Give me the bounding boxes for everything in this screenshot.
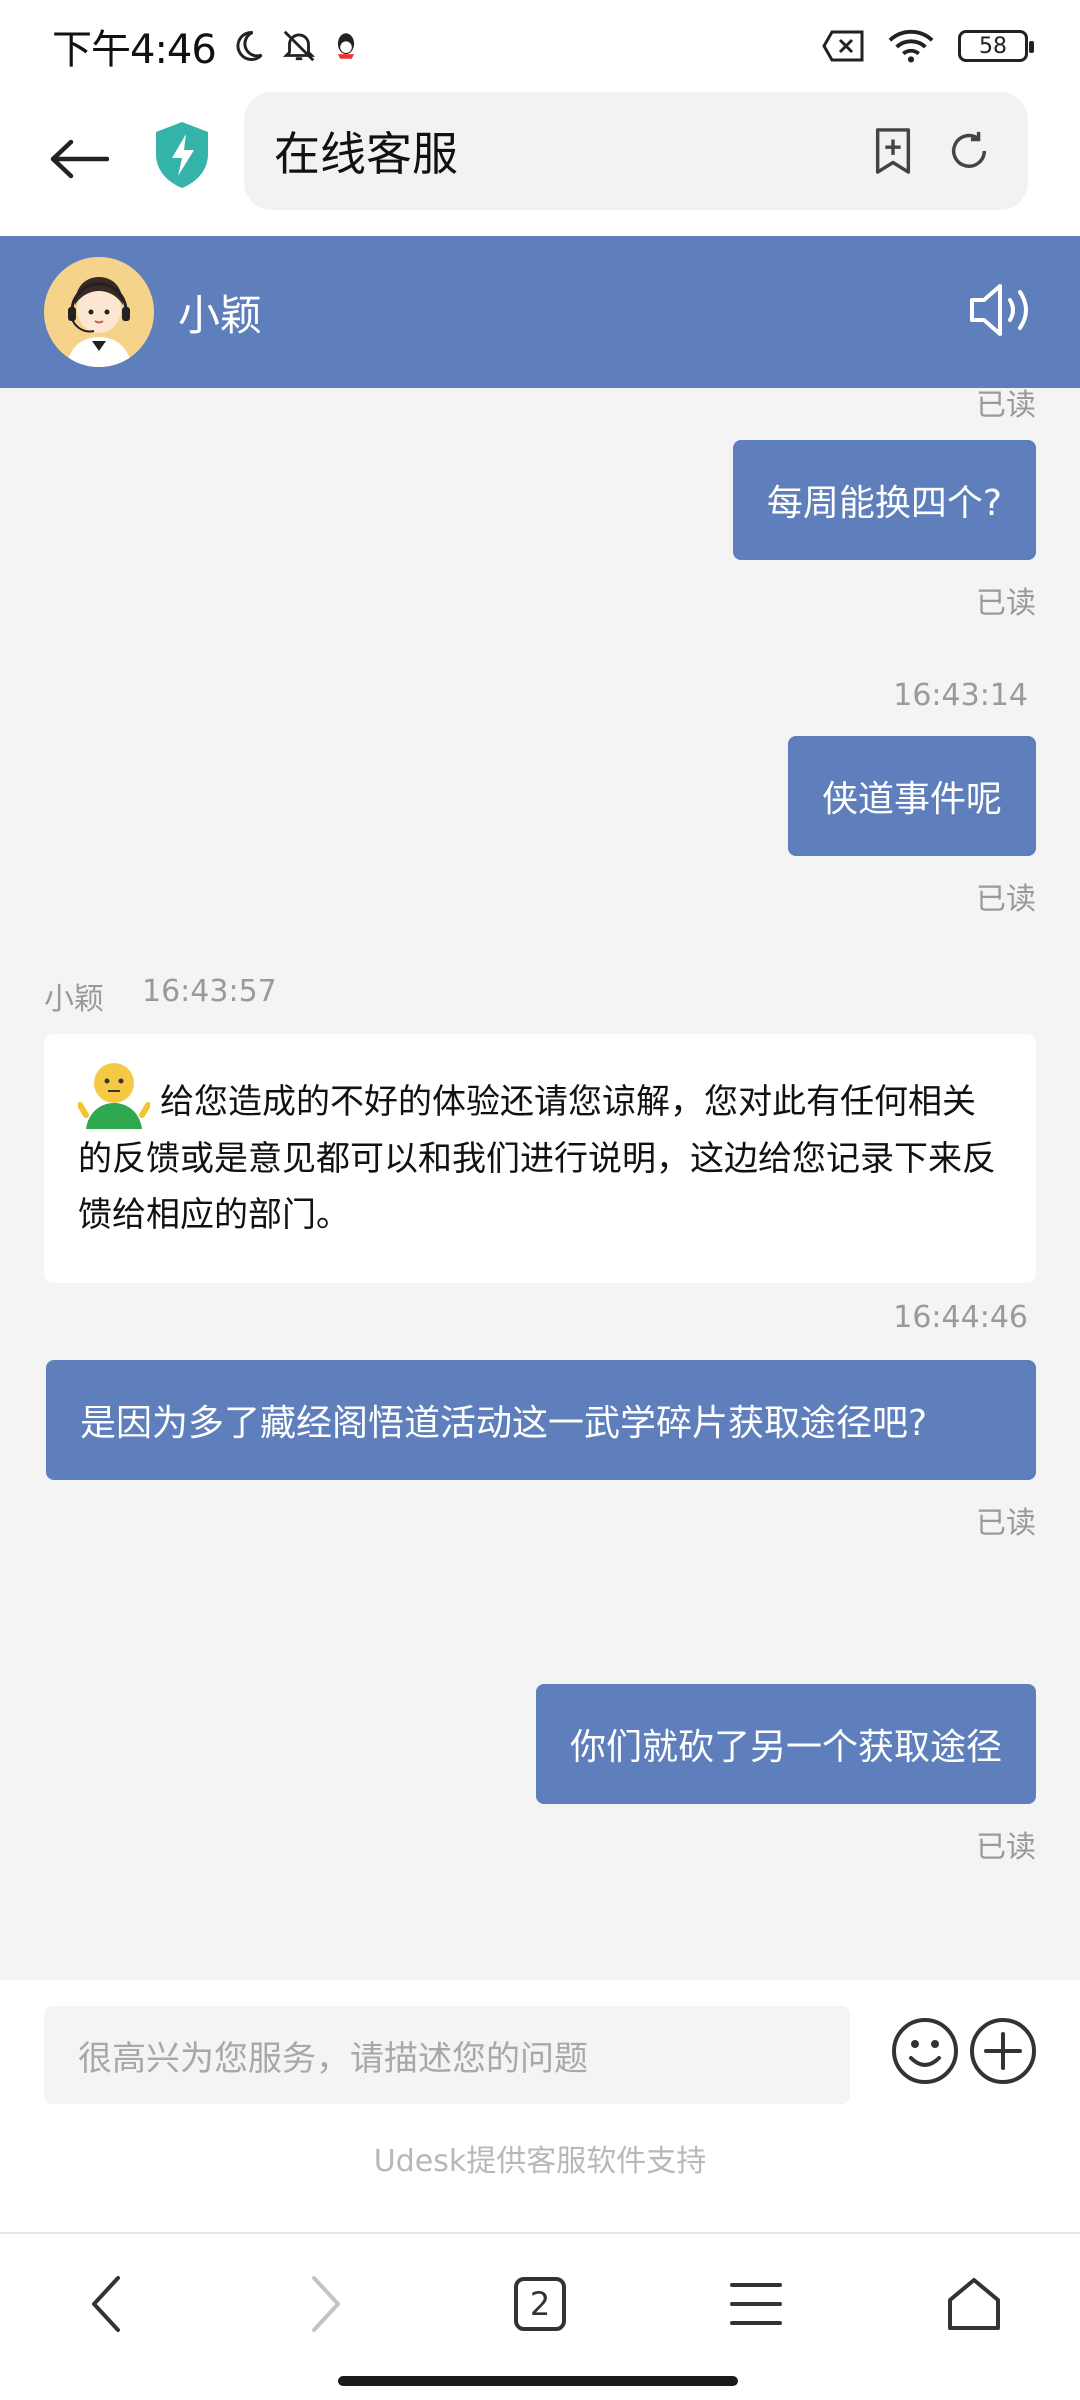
speaker-icon [970, 284, 1028, 336]
nav-forward-button[interactable] [286, 2264, 366, 2344]
message-text: 你们就砍了另一个获取途径 [569, 1727, 1002, 1768]
mute-bell-icon [282, 30, 315, 62]
home-icon [948, 2278, 1000, 2330]
battery-level: 58 [979, 33, 1007, 59]
tabs-button[interactable]: 2 [500, 2264, 580, 2344]
agent-message-meta: 小颖 16:43:57 [44, 974, 277, 1018]
outgoing-message[interactable]: 你们就砍了另一个获取途径 [535, 1684, 1036, 1804]
arrow-left-icon [50, 139, 109, 179]
message-text: 每周能换四个? [766, 483, 1002, 524]
nav-back-button[interactable] [66, 2264, 146, 2344]
incoming-message[interactable]: 给您造成的不好的体验还请您谅解，您对此有任何相关的反馈或是意见都可以和我们进行说… [44, 1034, 1036, 1283]
wifi-icon [888, 30, 934, 63]
message-text: 是因为多了藏经阁悟道活动这一武学碎片获取途径吧? [80, 1403, 928, 1444]
qq-icon [337, 33, 354, 59]
battery-indicator: 58 [958, 30, 1034, 62]
chevron-left-icon [92, 2276, 120, 2332]
browser-address-bar: 在线客服 [0, 92, 1080, 236]
url-field[interactable]: 在线客服 [244, 92, 1028, 210]
message-text: 侠道事件呢 [821, 779, 1002, 820]
sound-toggle-button[interactable] [968, 280, 1034, 344]
outgoing-message[interactable]: 是因为多了藏经阁悟道活动这一武学碎片获取途径吧? [46, 1360, 1036, 1480]
agent-avatar-icon [44, 257, 154, 367]
message-timestamp: 16:44:46 [893, 1300, 1028, 1335]
message-input-placeholder: 很高兴为您服务，请描述您的问题 [78, 2038, 588, 2079]
status-bar: 下午4:46 58 [0, 0, 1080, 92]
security-shield-icon[interactable] [154, 120, 210, 190]
agent-avatar [44, 257, 154, 367]
message-input[interactable]: 很高兴为您服务，请描述您的问题 [44, 2006, 850, 2104]
read-receipt: 已读 [976, 388, 1036, 423]
browser-bottom-nav: 2 [0, 2232, 1080, 2400]
emoji-button[interactable] [890, 2016, 960, 2090]
message-timestamp: 16:43:14 [893, 678, 1028, 713]
back-button[interactable] [44, 124, 114, 194]
status-time: 下午4:46 [52, 27, 217, 73]
agent-name: 小颖 [178, 290, 263, 340]
home-button[interactable] [934, 2264, 1014, 2344]
tab-count: 2 [529, 2285, 551, 2323]
menu-icon [730, 2283, 782, 2325]
page-title: 在线客服 [274, 127, 458, 181]
moon-icon [236, 30, 263, 61]
plus-circle-icon [970, 2018, 1036, 2084]
read-receipt: 已读 [976, 1830, 1036, 1865]
outgoing-message[interactable]: 每周能换四个? [732, 440, 1036, 560]
menu-button[interactable] [716, 2264, 796, 2344]
sender-name: 小颖 [44, 982, 104, 1017]
message-timestamp: 16:43:57 [142, 974, 277, 1009]
message-text: 给您造成的不好的体验还请您谅解，您对此有任何相关的反馈或是意见都可以和我们进行说… [78, 1082, 996, 1235]
gesture-home-indicator[interactable] [338, 2376, 738, 2386]
chevron-right-icon [312, 2276, 340, 2332]
refresh-icon[interactable] [946, 128, 992, 174]
powered-by-text: Udesk提供客服软件支持 [373, 2144, 707, 2179]
read-receipt: 已读 [976, 1506, 1036, 1541]
read-receipt: 已读 [976, 882, 1036, 917]
no-sim-icon [822, 30, 864, 62]
person-shrug-emoji-icon [78, 1062, 150, 1129]
tab-count-icon: 2 [514, 2277, 566, 2331]
outgoing-message[interactable]: 侠道事件呢 [787, 736, 1036, 856]
chat-messages[interactable]: 已读 每周能换四个? 已读 16:43:14 侠道事件呢 已读 小颖 16:43… [0, 388, 1080, 1980]
attach-button[interactable] [968, 2016, 1038, 2090]
message-composer: 很高兴为您服务，请描述您的问题 Udesk提供客服软件支持 [0, 1980, 1080, 2232]
smiley-icon [892, 2018, 958, 2084]
read-receipt: 已读 [976, 586, 1036, 621]
chat-header: 小颖 [0, 236, 1080, 388]
bookmark-add-icon[interactable] [870, 126, 916, 176]
